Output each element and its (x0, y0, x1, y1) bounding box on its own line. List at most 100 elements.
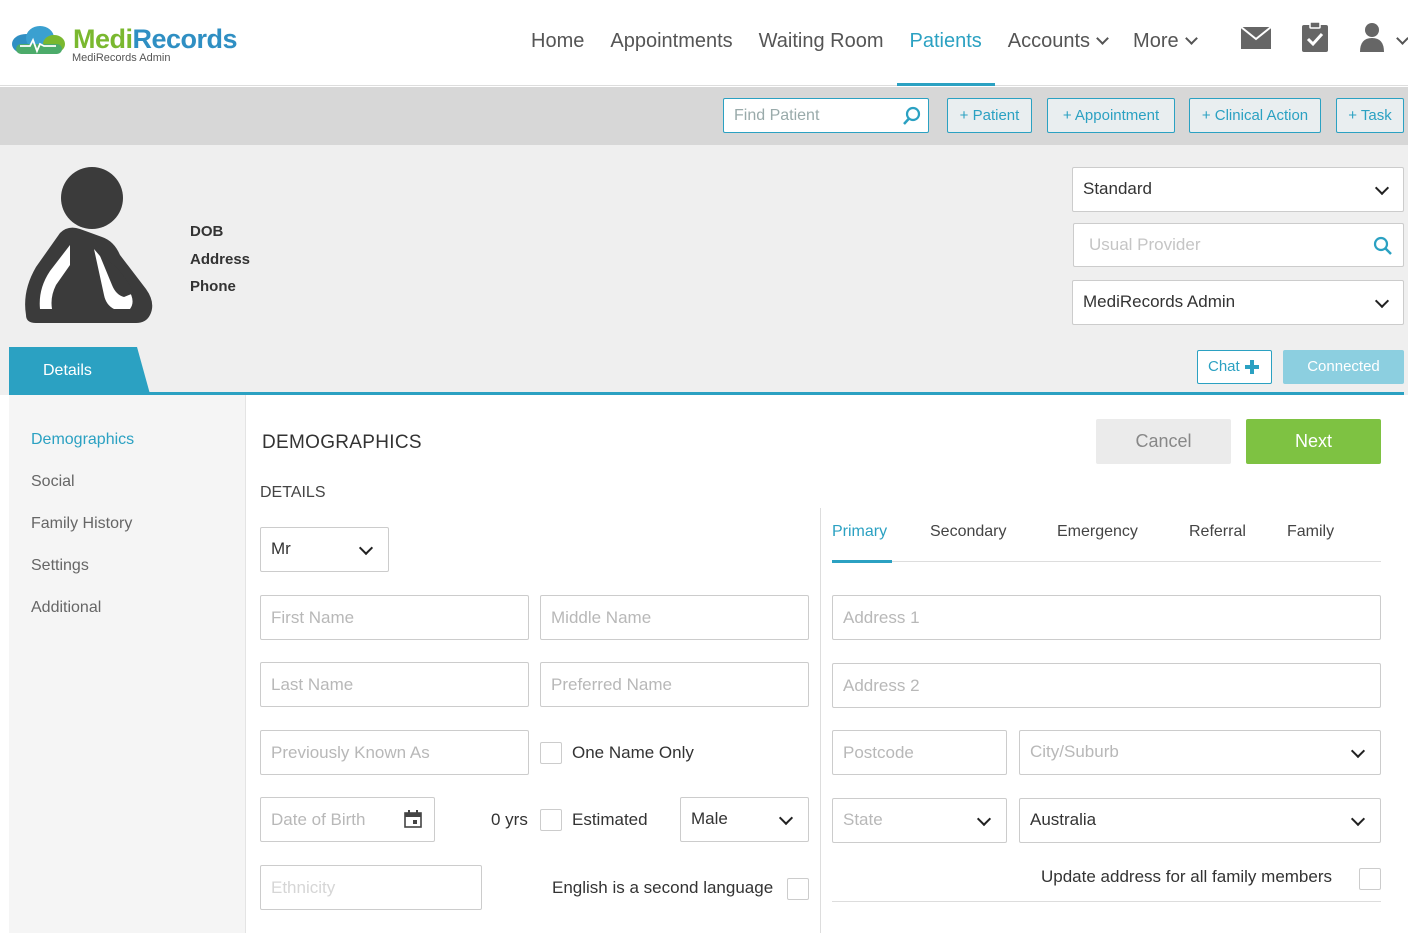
last-name-input[interactable] (261, 663, 528, 706)
column-divider (820, 508, 821, 933)
patient-type-value: Standard (1083, 179, 1152, 198)
sidenav-additional[interactable]: Additional (31, 599, 101, 617)
title-select[interactable]: Mr (260, 527, 389, 572)
chevron-down-icon (1184, 32, 1198, 45)
main-menu: Home Appointments Waiting Room Patients … (518, 0, 1209, 86)
brand-name: MediRecords (73, 24, 238, 54)
city-suburb-select[interactable]: City/Suburb (1019, 730, 1381, 775)
nav-more[interactable]: More (1120, 0, 1209, 86)
address-2-input[interactable] (833, 664, 1380, 707)
last-name-field[interactable] (260, 662, 529, 707)
sidenav-social[interactable]: Social (31, 473, 75, 491)
gender-select[interactable]: Male (680, 797, 809, 842)
cloud-logo-icon (12, 26, 65, 54)
age-display: 0 yrs (491, 810, 528, 829)
tab-secondary[interactable]: Secondary (930, 523, 1007, 541)
english-second-language-checkbox[interactable] (787, 878, 809, 900)
add-task-button[interactable]: + Task (1336, 98, 1404, 133)
preferred-name-input[interactable] (541, 663, 808, 706)
first-name-input[interactable] (261, 596, 528, 639)
sidenav-family-history[interactable]: Family History (31, 515, 132, 533)
previously-known-as-field[interactable] (260, 730, 529, 775)
active-tab-indicator (832, 560, 892, 563)
find-patient-input[interactable] (724, 99, 894, 132)
middle-name-field[interactable] (540, 595, 809, 640)
sidenav-demographics[interactable]: Demographics (31, 431, 134, 449)
city-suburb-placeholder: City/Suburb (1030, 742, 1119, 761)
preferred-name-field[interactable] (540, 662, 809, 707)
date-of-birth-field[interactable] (260, 797, 435, 842)
english-second-language-label: English is a second language (552, 878, 774, 897)
patient-avatar-icon (25, 167, 153, 323)
clipboard-check-icon[interactable] (1302, 22, 1328, 52)
patient-type-select[interactable]: Standard (1072, 167, 1404, 212)
nav-appointments[interactable]: Appointments (597, 0, 745, 86)
sidenav-settings[interactable]: Settings (31, 557, 89, 575)
usual-provider-input[interactable] (1084, 224, 1364, 266)
chevron-down-icon (358, 540, 374, 556)
add-clinical-action-button[interactable]: + Clinical Action (1189, 98, 1321, 133)
add-appointment-button[interactable]: + Appointment (1047, 98, 1175, 133)
find-patient-search[interactable] (723, 98, 929, 133)
usual-provider-search[interactable] (1073, 223, 1404, 267)
update-family-address-checkbox[interactable] (1359, 868, 1381, 890)
phone-label: Phone (190, 278, 236, 295)
estimated-label: Estimated (572, 810, 648, 829)
first-name-field[interactable] (260, 595, 529, 640)
country-value: Australia (1030, 810, 1097, 829)
chevron-down-icon (1096, 32, 1109, 45)
nav-waiting-room[interactable]: Waiting Room (746, 0, 897, 86)
chevron-down-icon (976, 811, 992, 827)
state-placeholder: State (843, 810, 883, 829)
country-select[interactable]: Australia (1019, 798, 1381, 843)
nav-accounts[interactable]: Accounts (995, 0, 1120, 86)
add-patient-button[interactable]: + Patient (947, 98, 1032, 133)
tab-primary[interactable]: Primary (832, 523, 887, 541)
chat-button[interactable]: Chat (1197, 350, 1272, 384)
tab-family[interactable]: Family (1287, 523, 1334, 541)
practice-select[interactable]: MediRecords Admin (1072, 280, 1404, 325)
date-of-birth-input[interactable] (261, 798, 401, 841)
search-icon[interactable] (1373, 236, 1393, 256)
chat-label: Chat (1208, 358, 1240, 375)
chevron-down-icon[interactable] (1396, 32, 1408, 45)
brand-subtitle: MediRecords Admin (72, 52, 171, 64)
tab-emergency[interactable]: Emergency (1057, 523, 1138, 541)
details-content: Demographics Social Family History Setti… (9, 395, 1404, 933)
medirecords-logo[interactable]: MediRecords MediRecords Admin (10, 22, 250, 70)
gender-value: Male (691, 809, 728, 828)
postcode-input[interactable] (833, 731, 1006, 774)
address-1-input[interactable] (833, 596, 1380, 639)
nav-more-label: More (1133, 30, 1179, 52)
address-2-field[interactable] (832, 663, 1381, 708)
postcode-field[interactable] (832, 730, 1007, 775)
mail-icon[interactable] (1241, 27, 1271, 49)
nav-patients[interactable]: Patients (896, 0, 996, 86)
state-select[interactable]: State (832, 798, 1007, 843)
ethnicity-field[interactable] (260, 865, 482, 910)
tab-details[interactable]: Details (9, 347, 150, 394)
nav-home[interactable]: Home (518, 0, 597, 86)
patient-header: DOB Address Phone Standard MediRecords A… (0, 145, 1408, 395)
plus-icon (1245, 360, 1259, 374)
ethnicity-input[interactable] (261, 866, 481, 909)
tab-referral[interactable]: Referral (1189, 523, 1246, 541)
chevron-down-icon (778, 810, 794, 826)
address-bottom-divider (832, 901, 1381, 902)
one-name-only-checkbox[interactable] (540, 742, 562, 764)
user-icon[interactable] (1360, 22, 1384, 52)
calendar-icon[interactable] (404, 810, 422, 828)
action-bar: + Patient + Appointment + Clinical Actio… (0, 87, 1408, 145)
next-button[interactable]: Next (1246, 419, 1381, 464)
search-icon[interactable] (902, 106, 922, 126)
address-label: Address (190, 250, 251, 268)
details-sidenav: Demographics Social Family History Setti… (9, 395, 246, 933)
demographics-panel: DEMOGRAPHICS DETAILS Cancel Next Mr One … (247, 395, 1404, 933)
update-family-address-label: Update address for all family members (1041, 867, 1333, 886)
middle-name-input[interactable] (541, 596, 808, 639)
estimated-checkbox[interactable] (540, 809, 562, 831)
cancel-button[interactable]: Cancel (1096, 419, 1231, 464)
address-1-field[interactable] (832, 595, 1381, 640)
top-navigation: MediRecords MediRecords Admin Home Appoi… (0, 0, 1408, 86)
previously-known-as-input[interactable] (261, 731, 528, 774)
